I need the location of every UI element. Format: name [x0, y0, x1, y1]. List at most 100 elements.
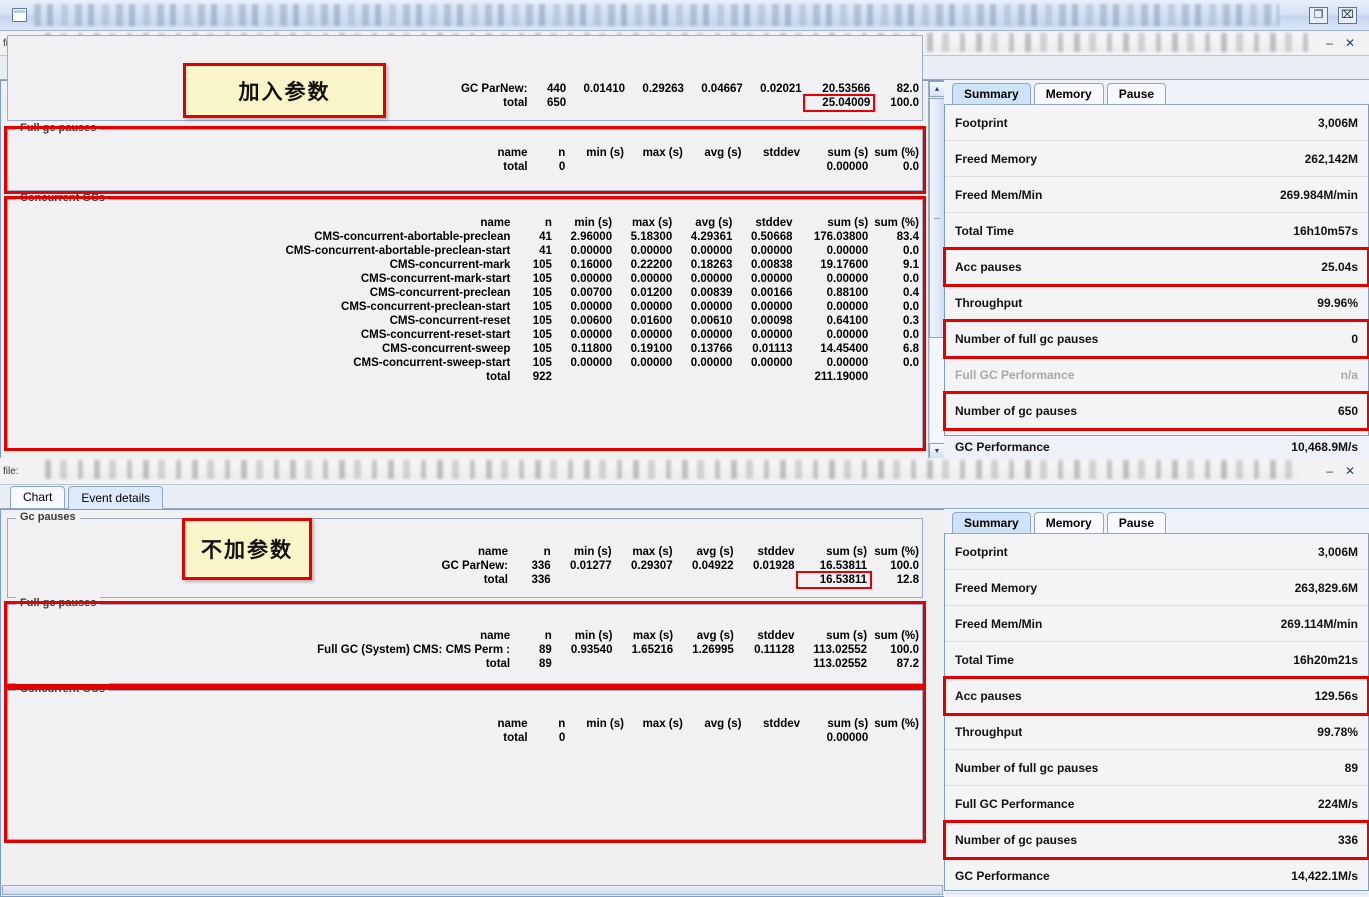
cell-total-sum-pct: 0.0: [903, 161, 919, 173]
summary-row: Total Time 16h10m57s: [945, 213, 1368, 249]
header-name: name: [480, 217, 511, 229]
cell-min: 0.00600: [570, 315, 613, 327]
table-row-total: total 0 0.00000 0.0: [8, 160, 922, 174]
cell-sum: 0.00000: [826, 357, 869, 369]
group-title-full-gc-pauses-bottom: Full gc pauses: [16, 597, 101, 609]
table-header-row: name n min (s) max (s) avg (s) stddev su…: [8, 629, 922, 643]
cell-sum: 0.00000: [826, 301, 869, 313]
cell-total-sum-pct: [871, 731, 922, 745]
tab-memory-bottom[interactable]: Memory: [1033, 512, 1104, 533]
cell-sum-pct: 0.0: [903, 245, 919, 257]
cell-stddev: 0.02021: [760, 83, 802, 95]
header-avg: avg (s): [696, 546, 734, 558]
cell-stddev: 0.00000: [750, 245, 793, 257]
summary-label: GC Performance: [955, 868, 1050, 883]
tab-pause-bottom[interactable]: Pause: [1106, 512, 1167, 533]
summary-tab-bar-bottom: Summary Memory Pause: [944, 509, 1369, 533]
scroll-up-arrow-icon[interactable]: ▲: [929, 81, 945, 97]
tab-memory-top[interactable]: Memory: [1033, 83, 1104, 104]
summary-row: Footprint 3,006M: [945, 534, 1368, 570]
table-body-concurrent-gcs-top: CMS-concurrent-abortable-preclean 41 2.960…: [8, 230, 922, 370]
cell-total-sum: 211.19000: [814, 371, 869, 383]
header-stddev: stddev: [757, 546, 795, 558]
close-button[interactable]: ⌧: [1338, 6, 1357, 24]
horizontal-scrollbar-bottom[interactable]: [2, 885, 943, 895]
cell-avg: 0.00000: [690, 329, 733, 341]
cell-avg: 0.18263: [690, 259, 733, 271]
scrollbar-thumb[interactable]: [929, 98, 945, 338]
cell-sum-pct: 0.0: [903, 329, 919, 341]
cell-max: 0.00000: [630, 301, 673, 313]
cell-total-sum: 0.00000: [826, 161, 869, 173]
group-gc-pauses-bottom: Gc pauses name n min (s) max (s) avg (s)…: [7, 511, 923, 598]
group-title-full-gc-pauses-top: Full gc pauses: [16, 122, 101, 134]
close-button-inner-bottom[interactable]: ✕: [1345, 464, 1355, 478]
cell-max: 0.00000: [630, 245, 673, 257]
restore-button[interactable]: ❐: [1309, 6, 1328, 24]
summary-value: 129.56s: [1314, 688, 1358, 703]
cell-name: CMS-concurrent-reset-start: [360, 329, 511, 341]
summary-label: Acc pauses: [955, 259, 1022, 274]
table-row-total: total 650 25.04009 100.0: [8, 94, 922, 112]
table-row-total: total 336 16.53811 12.8: [8, 571, 922, 589]
tab-summary-top[interactable]: Summary: [952, 83, 1031, 104]
cell-total-label: total: [503, 732, 528, 744]
table-gc-pauses-bottom: name n min (s) max (s) avg (s) stddev su…: [8, 545, 922, 589]
cell-min: 0.01410: [583, 83, 626, 95]
summary-row: Freed Memory 263,829.6M: [945, 570, 1368, 606]
minimize-button-bottom[interactable]: –: [1326, 464, 1333, 478]
summary-value: 3,006M: [1317, 115, 1358, 130]
cell-total-n: 336: [531, 574, 551, 586]
cell-sum-pct: 0.0: [903, 273, 919, 285]
cell-n: 105: [532, 315, 552, 327]
event-details-pane-top: GC ParNew: 440 0.01410 0.29263 0.04667 0…: [0, 35, 945, 460]
summary-row: Full GC Performance n/a: [945, 357, 1368, 393]
header-sum-pct: sum (%): [874, 147, 919, 159]
minimize-button-top[interactable]: –: [1326, 36, 1333, 50]
cell-n: 105: [532, 259, 552, 271]
summary-row: Throughput 99.96%: [945, 285, 1368, 321]
table-full-gc-pauses-top: name n min (s) max (s) avg (s) stddev su…: [8, 146, 922, 174]
summary-label: Full GC Performance: [955, 796, 1075, 811]
window-controls-top: ❐ ⌧: [1309, 6, 1369, 24]
vertical-scrollbar-top[interactable]: ▲ ▼: [928, 81, 945, 459]
scrollbar-track[interactable]: [929, 338, 945, 442]
header-avg: avg (s): [695, 217, 733, 229]
window-body-top: GC ParNew: 440 0.01410 0.29263 0.04667 0…: [0, 35, 1369, 465]
cell-sum-pct: 9.1: [903, 259, 919, 271]
header-name: name: [480, 630, 511, 642]
window-title-top: /E:: [35, 8, 50, 22]
cell-sum-pct: 82.0: [896, 83, 919, 95]
summary-label: Throughput: [955, 724, 1023, 739]
table-row: CMS-concurrent-mark 105 0.16000 0.22200 0.18…: [8, 258, 922, 272]
cell-max: 0.22200: [630, 259, 673, 271]
cell-total-sum-pct: [871, 370, 922, 384]
cell-name: CMS-concurrent-preclean: [369, 287, 511, 299]
cell-avg: 0.04922: [691, 560, 734, 572]
cell-avg: 0.00000: [690, 301, 733, 313]
cell-total-n: 0: [558, 732, 566, 744]
cell-total-n: 89: [539, 658, 552, 670]
tab-event-details-bottom[interactable]: Event details: [68, 486, 164, 509]
tab-summary-bottom[interactable]: Summary: [952, 512, 1031, 533]
summary-label: Footprint: [955, 115, 1008, 130]
summary-label: Throughput: [955, 295, 1023, 310]
summary-value: 25.04s: [1321, 259, 1358, 274]
tab-chart-bottom[interactable]: Chart: [10, 486, 66, 508]
table-concurrent-gcs-bottom: name n min (s) max (s) avg (s) stddev su…: [8, 717, 922, 745]
scroll-down-arrow-icon[interactable]: ▼: [929, 443, 945, 459]
cell-sum-pct: 83.4: [896, 231, 919, 243]
cell-max: 0.19100: [630, 343, 673, 355]
close-button-inner-top[interactable]: ✕: [1345, 36, 1355, 50]
cell-max: 5.18300: [630, 231, 673, 243]
table-row: CMS-concurrent-reset 105 0.00600 0.01600 0.0…: [8, 314, 922, 328]
cell-avg: 0.00610: [690, 315, 733, 327]
cell-stddev: 0.00000: [750, 273, 793, 285]
summary-value: 16h20m21s: [1293, 652, 1358, 667]
cell-sum: 20.53566: [822, 83, 871, 95]
table-row: CMS-concurrent-mark-start 105 0.00000 0.000…: [8, 272, 922, 286]
tab-pause-top[interactable]: Pause: [1106, 83, 1167, 104]
cell-sum: 0.00000: [826, 245, 869, 257]
summary-value: 262,142M: [1304, 151, 1358, 166]
cell-avg: 0.00000: [690, 273, 733, 285]
